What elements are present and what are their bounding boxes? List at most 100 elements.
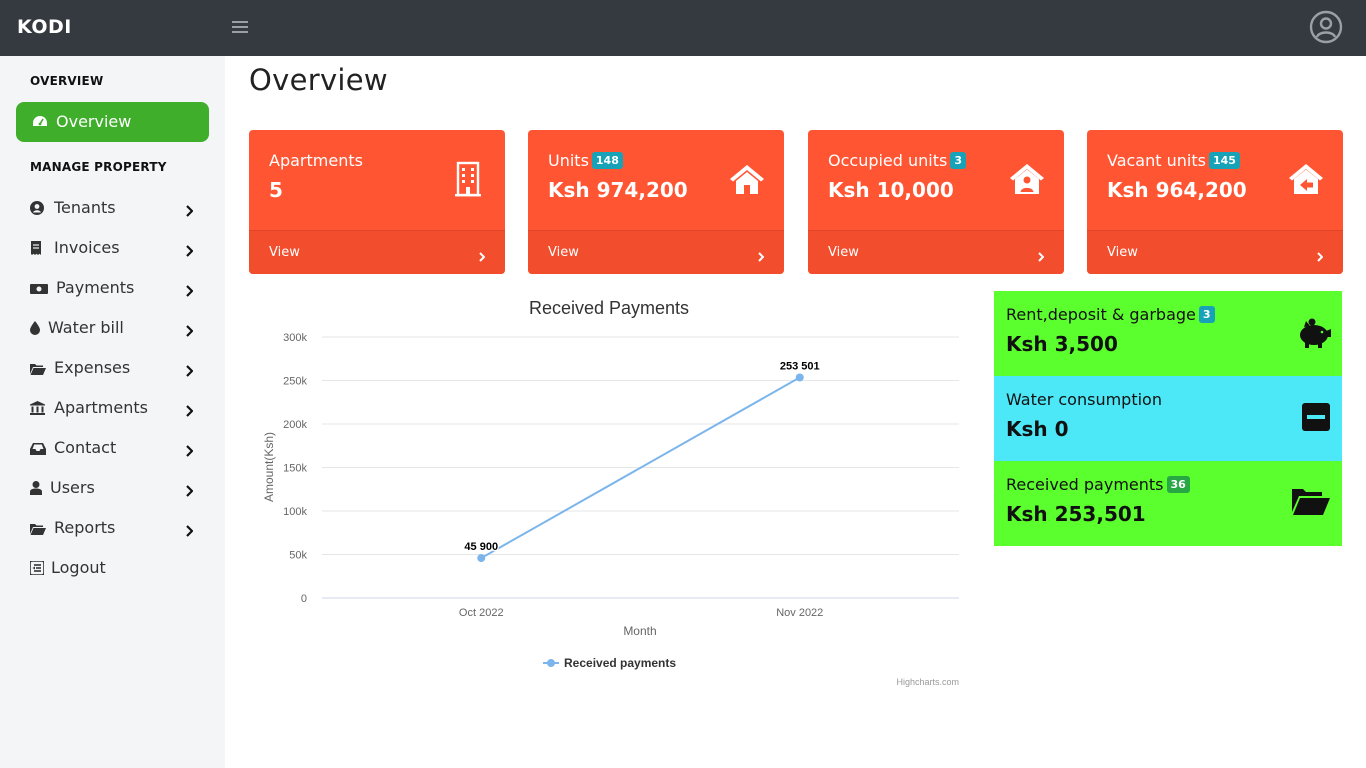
chevron-right-icon — [185, 322, 194, 341]
chevron-right-icon — [479, 247, 486, 266]
chevron-right-icon — [1317, 247, 1324, 266]
house-arrow-icon — [1287, 160, 1325, 198]
card-view-link[interactable]: View — [528, 230, 784, 274]
info-value: Ksh 0 — [1006, 417, 1069, 441]
card-apartments: Apartments 5 View — [249, 130, 505, 274]
folder-open-icon — [1292, 487, 1330, 521]
y-tick-label: 300k — [283, 332, 307, 344]
hamburger-menu-icon[interactable] — [232, 18, 248, 38]
sidebar-item-contact[interactable]: Contact — [16, 430, 209, 466]
card-view-label: View — [1107, 245, 1138, 260]
card-occupied-units: Occupied units 3 Ksh 10,000 View — [808, 130, 1064, 274]
info-value: Ksh 253,501 — [1006, 502, 1146, 526]
count-badge: 3 — [950, 152, 967, 169]
card-view-label: View — [269, 245, 300, 260]
data-label: 45 900 — [464, 541, 498, 553]
sidebar-item-tenants[interactable]: Tenants — [16, 190, 209, 226]
info-label-text: Rent,deposit & garbage — [1006, 305, 1196, 324]
card-view-label: View — [828, 245, 859, 260]
chart-legend[interactable]: Received payments — [543, 656, 676, 670]
droplet-icon — [30, 320, 46, 336]
legend-label[interactable]: Received payments — [564, 656, 676, 670]
brand-logo[interactable]: KODI — [17, 16, 72, 38]
card-label-text: Units — [548, 151, 589, 170]
sidebar-item-payments[interactable]: Payments — [16, 270, 209, 306]
count-badge: 3 — [1198, 306, 1215, 323]
info-label: Received payments 36 — [1006, 475, 1190, 494]
sidebar-item-label: Apartments — [54, 398, 148, 417]
user-icon — [30, 480, 46, 496]
card-label: Vacant units 145 — [1107, 151, 1240, 170]
sidebar-heading-manage-property: MANAGE PROPERTY — [30, 160, 167, 174]
chevron-right-icon — [185, 202, 194, 221]
chart-svg: Received Payments 0 50k 100k 150k 200k 250k 30… — [262, 298, 959, 687]
chevron-right-icon — [185, 442, 194, 461]
sidebar-item-logout[interactable]: Logout — [16, 550, 209, 586]
info-label: Rent,deposit & garbage 3 — [1006, 305, 1215, 324]
count-badge: 148 — [591, 152, 623, 169]
sidebar-item-overview[interactable]: Overview — [16, 102, 209, 142]
chevron-right-icon — [185, 522, 194, 541]
data-point[interactable] — [795, 373, 804, 382]
user-account-icon[interactable] — [1309, 10, 1343, 44]
sidebar-item-label: Users — [50, 478, 95, 497]
sidebar-item-label: Expenses — [54, 358, 131, 377]
chart-title: Received Payments — [529, 298, 689, 318]
card-label-text: Vacant units — [1107, 151, 1206, 170]
card-view-link[interactable]: View — [249, 230, 505, 274]
card-label-text: Apartments — [269, 151, 363, 170]
sidebar: OVERVIEW Overview MANAGE PROPERTY Tenant… — [0, 56, 225, 768]
info-box-water-consumption: Water consumption Ksh 0 — [994, 376, 1342, 461]
sidebar-item-label: Overview — [56, 112, 132, 131]
card-label: Units 148 — [548, 151, 623, 170]
chevron-right-icon — [185, 402, 194, 421]
legend-marker — [547, 659, 555, 667]
chevron-right-icon — [185, 242, 194, 261]
sidebar-heading-overview: OVERVIEW — [30, 74, 104, 88]
y-tick-label: 50k — [289, 550, 307, 562]
x-axis-label: Month — [623, 624, 656, 638]
building-icon — [449, 160, 487, 198]
card-vacant-units: Vacant units 145 Ksh 964,200 View — [1087, 130, 1343, 274]
card-label: Apartments — [269, 151, 363, 170]
sidebar-item-label: Water bill — [48, 318, 124, 337]
chart-y-ticks: 0 50k 100k 150k 200k 250k 300k — [283, 332, 307, 605]
y-tick-label: 150k — [283, 463, 307, 475]
info-value: Ksh 3,500 — [1006, 332, 1118, 356]
house-user-icon — [1008, 160, 1046, 198]
y-tick-label: 200k — [283, 419, 307, 431]
sidebar-item-label: Reports — [54, 518, 116, 537]
info-label: Water consumption — [1006, 390, 1162, 409]
y-tick-label: 100k — [283, 506, 307, 518]
sidebar-item-invoices[interactable]: Invoices — [16, 230, 209, 266]
sidebar-item-apartments[interactable]: Apartments — [16, 390, 209, 426]
money-icon — [30, 280, 48, 296]
card-view-link[interactable]: View — [808, 230, 1064, 274]
chart-credits[interactable]: Highcharts.com — [896, 677, 959, 687]
info-label-text: Received payments — [1006, 475, 1164, 494]
sidebar-item-water-bill[interactable]: Water bill — [16, 310, 209, 346]
minus-square-icon — [1302, 403, 1330, 431]
chevron-right-icon — [185, 282, 194, 301]
home-icon — [728, 160, 766, 198]
data-point[interactable] — [477, 554, 486, 563]
card-label-text: Occupied units — [828, 151, 948, 170]
info-box-rent-deposit-garbage: Rent,deposit & garbage 3 Ksh 3,500 — [994, 291, 1342, 376]
sidebar-item-label: Tenants — [54, 198, 116, 217]
sidebar-item-expenses[interactable]: Expenses — [16, 350, 209, 386]
bank-icon — [30, 400, 46, 416]
sidebar-item-reports[interactable]: Reports — [16, 510, 209, 546]
card-view-label: View — [548, 245, 579, 260]
page-title: Overview — [249, 63, 388, 97]
sidebar-item-users[interactable]: Users — [16, 470, 209, 506]
y-tick-label: 250k — [283, 376, 307, 388]
receipt-icon — [30, 240, 46, 256]
sidebar-item-label: Payments — [56, 278, 135, 297]
card-view-link[interactable]: View — [1087, 230, 1343, 274]
card-value: Ksh 974,200 — [548, 178, 688, 202]
chevron-right-icon — [758, 247, 765, 266]
folder-open-icon — [30, 520, 46, 536]
data-label: 253 501 — [780, 360, 820, 372]
sidebar-item-label: Contact — [54, 438, 117, 457]
chevron-right-icon — [185, 482, 194, 501]
